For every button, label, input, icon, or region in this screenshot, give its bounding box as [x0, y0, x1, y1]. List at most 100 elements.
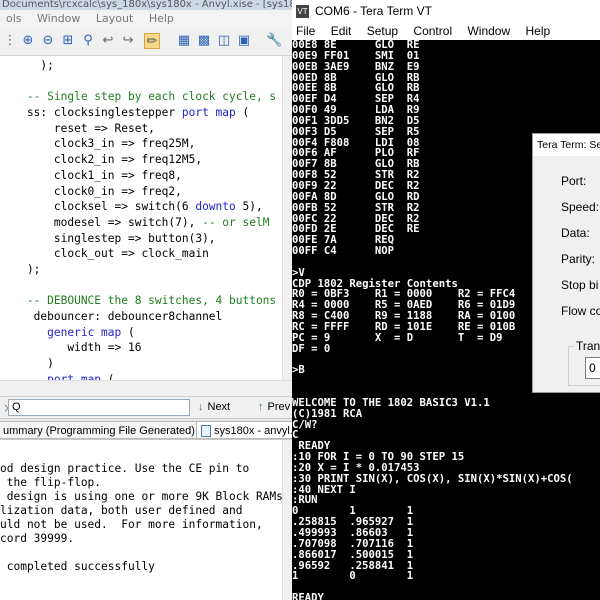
code-text: clocksel => switch(6 [0, 200, 196, 214]
menu-setup[interactable]: Setup [363, 22, 402, 40]
find-bar: × Q ↓Next ↑Prev [0, 396, 292, 418]
menu-layout[interactable]: Layout [90, 10, 139, 28]
code-line: clocksel => switch(6 downto 5), [0, 199, 282, 215]
window-split-icon[interactable]: ◫ [216, 33, 232, 49]
console-line: the flip-flop. [0, 476, 102, 489]
menu-window[interactable]: Window [31, 10, 86, 28]
find-previous-label: Prev [267, 401, 291, 413]
code-line: clock2_in => freq12M5, [0, 152, 282, 168]
code-line: clock1_in => freq8, [0, 168, 282, 184]
menu-tools[interactable]: ols [0, 10, 28, 28]
tab-design-summary[interactable]: ummary (Programming File Generated)× [0, 421, 214, 439]
code-line: singlestep => button(3), [0, 231, 282, 247]
code-line: clock0_in => freq2, [0, 184, 282, 200]
find-previous-button[interactable]: ↑ Prev [258, 399, 290, 416]
zoom-out-icon[interactable]: ⊖ [40, 33, 56, 49]
window-arrange-icon[interactable]: ▣ [236, 33, 252, 49]
console-output: od design practice. Use the CE pin to th… [0, 440, 282, 600]
arrow-up-icon: ↑ [258, 401, 264, 413]
code-vertical-scrollbar[interactable] [282, 56, 292, 380]
code-text: clocksinglestepper [53, 106, 182, 120]
menu-edit[interactable]: Edit [327, 22, 356, 40]
teraterm-title: COM6 - Tera Term VT [315, 4, 432, 18]
code-text: clock3_in => freq25M, [0, 137, 196, 151]
transmit-delay-group-label: Tran [574, 339, 600, 353]
flow-control-label: Flow co [561, 304, 600, 318]
code-comment: -- DEBOUNCE the 8 switches, 4 buttons [0, 294, 277, 308]
code-line: modesel => switch(7), -- or selM [0, 215, 282, 231]
zoom-area-icon[interactable]: ⚲ [80, 33, 96, 49]
ise-menu-bar: ols Window Layout Help [0, 10, 292, 28]
menu-help[interactable]: Help [521, 22, 554, 40]
menu-file[interactable]: File [292, 22, 319, 40]
code-line: ) [0, 356, 282, 372]
code-comment: -- Single step by each clock cycle, s [0, 90, 277, 104]
transmit-delay-field[interactable]: 0 [585, 357, 600, 379]
console-line: completed successfully [0, 560, 155, 573]
tab-sys180x-anvyl-label: sys180x - anvyl.v [214, 425, 292, 437]
code-text: clock0_in => freq2, [0, 184, 182, 198]
code-text: clock_out => clock_main [0, 247, 209, 261]
menu-window[interactable]: Window [463, 22, 514, 40]
terminal-line: C/W? [292, 418, 318, 431]
code-text: 5), [235, 200, 263, 214]
code-line: reset => Reset, [0, 121, 282, 137]
window-cascade-icon[interactable]: ▩ [196, 33, 212, 49]
find-input[interactable]: Q [8, 399, 190, 416]
code-keyword: generic map [47, 325, 122, 339]
back-icon[interactable]: ↩ [100, 33, 116, 49]
code-line: ); [0, 58, 282, 74]
window-tile-icon[interactable]: ▦ [176, 33, 192, 49]
terminal-line: :40 NEXT I [292, 483, 356, 496]
find-next-button[interactable]: ↓ Next [198, 399, 230, 416]
forward-icon[interactable]: ↪ [120, 33, 136, 49]
code-text: width => 16 [0, 341, 142, 355]
code-text: ( [101, 372, 115, 380]
code-line: width => 16 [0, 340, 282, 356]
menu-help[interactable]: Help [143, 10, 180, 28]
terminal-line: (C)1981 RCA [292, 407, 363, 420]
code-keyword: downto [195, 200, 236, 214]
code-text: ) [0, 357, 54, 371]
code-text: ss: [0, 106, 54, 120]
edit-mode-icon[interactable]: ✏ [144, 33, 160, 49]
code-text: ( [235, 106, 250, 120]
stop-bits-label: Stop bi [561, 278, 599, 292]
tab-design-summary-label: ummary (Programming File Generated) [3, 425, 195, 437]
console-line: cord 39999. [0, 532, 75, 545]
code-editor[interactable]: ); -- Single step by each clock cycle, s… [0, 56, 282, 380]
code-text: modesel => switch(7), [0, 215, 203, 229]
wrench-icon[interactable]: 🔧 [266, 33, 282, 49]
console-line: design is using one or more 9K Block RAM… [0, 490, 282, 503]
data-label: Data: [561, 226, 590, 240]
console-line: od design practice. Use the CE pin to [0, 462, 250, 475]
parity-label: Parity: [561, 252, 596, 266]
zoom-fit-icon[interactable]: ⊞ [60, 33, 76, 49]
code-text: singlestep => button(3), [0, 231, 216, 245]
terminal-line: .866017 .500015 1 [292, 548, 414, 561]
menu-control[interactable]: Control [409, 22, 456, 40]
code-line: ss: clocksinglestepper port map ( [0, 105, 282, 121]
terminal-line: READY [292, 592, 324, 600]
terminal-line: :30 PRINT SIN(X), COS(X), SIN(X)*SIN(X)+… [292, 472, 573, 485]
terminal-line: 1 0 1 [292, 570, 414, 583]
port-label: Port: [561, 174, 587, 188]
zoom-in-icon[interactable]: ⊕ [20, 33, 36, 49]
code-horizontal-scrollbar[interactable] [0, 380, 292, 396]
teraterm-menu-bar: File Edit Setup Control Window Help [292, 22, 600, 40]
code-line: clock3_in => freq25M, [0, 136, 282, 152]
ise-window: Documents\rcxcalc\sys_180x\sys180x - Anv… [0, 0, 292, 600]
console-vertical-scrollbar[interactable] [282, 440, 292, 600]
document-tabs: ummary (Programming File Generated)× sys… [0, 418, 292, 440]
dialog-title: Tera Term: Ser [533, 134, 600, 156]
code-line: generic map ( [0, 325, 282, 341]
code-line: clock_out => clock_main [0, 246, 282, 262]
code-line: debouncer: debouncer8channel [0, 309, 282, 325]
tab-sys180x-anvyl[interactable]: sys180x - anvyl.v [196, 421, 292, 439]
code-text: ( [121, 325, 135, 339]
